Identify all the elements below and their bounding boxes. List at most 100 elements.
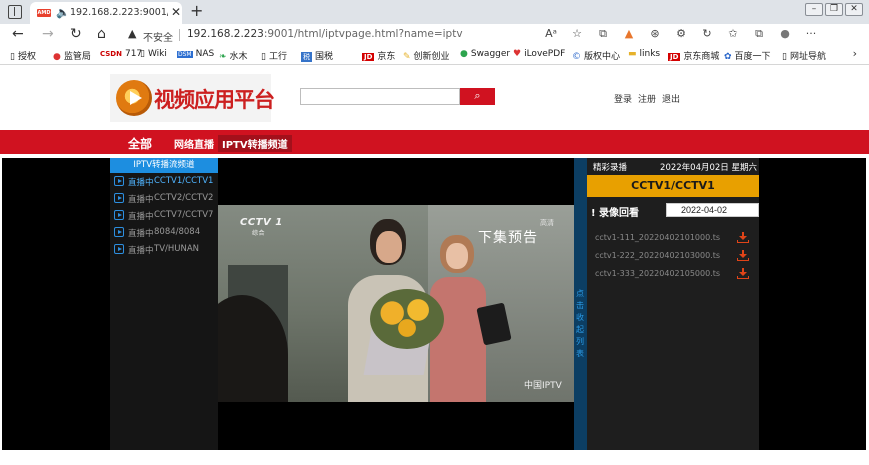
tab-actions-icon[interactable]: [8, 5, 22, 19]
download-icon[interactable]: [737, 232, 749, 243]
search-button[interactable]: ⌕: [460, 88, 495, 105]
flame-icon: ●: [53, 52, 61, 62]
bookmark-item[interactable]: ♥ iLovePDF: [513, 49, 565, 59]
close-window-icon[interactable]: ✕: [845, 3, 863, 16]
recording-file-row[interactable]: cctv1-222_20220402103000.ts: [587, 248, 759, 264]
tab-close-icon[interactable]: ✕: [171, 5, 181, 19]
security-label[interactable]: 不安全: [143, 29, 173, 44]
bookmark-item[interactable]: ▯ 网址导航: [782, 49, 826, 62]
copyright-icon: ©: [572, 52, 581, 62]
recordings-panel: 精彩录播 2022年04月02日 星期六 CCTV1/CCTV1 ! 录像回看 …: [587, 158, 759, 450]
channel-item[interactable]: 直播中 CCTV7/CCTV7: [110, 207, 218, 224]
extension-icon[interactable]: ⧉: [590, 27, 616, 41]
swagger-icon: ●: [460, 49, 468, 59]
play-icon: [114, 244, 124, 254]
channel-item[interactable]: 直播中 TV/HUNAN: [110, 241, 218, 258]
extension-icon-2[interactable]: ⊛: [642, 27, 668, 41]
bookmark-item[interactable]: DSM NAS: [177, 49, 214, 59]
channel-logo-number: 1: [275, 217, 283, 228]
download-icon[interactable]: [737, 250, 749, 261]
read-aloud-icon[interactable]: Aᵃ: [538, 27, 564, 41]
home-icon[interactable]: ⌂: [97, 26, 106, 42]
restore-icon[interactable]: ❐: [825, 3, 843, 16]
collapse-list-label: 点击收起列表: [576, 289, 584, 358]
channel-name: CCTV1/CCTV1: [154, 176, 214, 186]
browser-tab[interactable]: AMD 🔈 192.168.2.223:9001/html/iptv ✕: [30, 2, 182, 24]
bookmark-item[interactable]: ▯ 授权: [10, 49, 36, 62]
bookmark-item[interactable]: ❧ 水木: [219, 49, 248, 62]
extension-icon-3[interactable]: ⚙: [668, 27, 694, 41]
recordings-title: 精彩录播: [593, 163, 628, 173]
bulb-icon: ✎: [403, 52, 411, 62]
user-links: 登录 注册 退出: [614, 92, 680, 105]
recording-file-name[interactable]: cctv1-222_20220402103000.ts: [595, 251, 720, 260]
bookmark-item[interactable]: JD 京东商城: [668, 49, 719, 62]
bookmark-item[interactable]: © 版权中心: [572, 49, 620, 62]
iptv-watermark: 中国IPTV: [524, 381, 562, 391]
nav-all[interactable]: 全部: [128, 135, 152, 152]
csdn-icon: CSDN: [100, 50, 122, 58]
vlc-icon[interactable]: ▲: [616, 27, 642, 41]
site-logo[interactable]: 视频应用平台: [110, 74, 275, 122]
play-icon: [114, 210, 124, 220]
logout-link[interactable]: 退出: [662, 92, 680, 105]
recording-file-row[interactable]: cctv1-111_20220402101000.ts: [587, 230, 759, 246]
bookmarks-more-icon[interactable]: ›: [853, 47, 857, 60]
video-player[interactable]: CCTV 1 综合 高清 下集预告 中国IPTV: [218, 205, 574, 402]
hd-mark: 高清: [540, 219, 554, 227]
channel-item[interactable]: 直播中 CCTV1/CCTV1: [110, 173, 218, 190]
forward-arrow-icon[interactable]: →: [42, 26, 54, 42]
minimize-icon[interactable]: –: [805, 3, 823, 16]
jd-icon: JD: [362, 53, 375, 61]
nav-iptv-channels[interactable]: IPTV转播频道: [218, 135, 292, 152]
channel-status: 直播中: [128, 229, 154, 239]
address-path: :9001/html/iptvpage.html?name=iptv: [263, 28, 463, 40]
channel-item[interactable]: 直播中 8084/8084: [110, 224, 218, 241]
refresh-icon[interactable]: ↻: [70, 26, 82, 42]
nav-live-stream[interactable]: 网络直播: [174, 136, 214, 151]
warning-icon[interactable]: ▲: [128, 27, 136, 40]
browser-toolbar: ← → ↻ ⌂ ▲ 不安全 192.168.2.223:9001/html/ip…: [0, 24, 869, 46]
heart-icon: ♥: [513, 49, 522, 59]
playback-date-input[interactable]: [666, 203, 759, 217]
back-arrow-icon[interactable]: ←: [12, 26, 24, 42]
tab-title: 192.168.2.223:9001/html/iptv: [70, 7, 168, 18]
bookmark-item[interactable]: ✿ 百度一下: [724, 49, 771, 62]
recording-file-name[interactable]: cctv1-111_20220402101000.ts: [595, 233, 720, 242]
recording-file-row[interactable]: cctv1-333_20220402105000.ts: [587, 266, 759, 282]
sync-icon[interactable]: ↻: [694, 27, 720, 41]
address-url[interactable]: 192.168.2.223:9001/html/iptvpage.html?na…: [187, 28, 463, 40]
new-tab-icon[interactable]: +: [190, 1, 203, 20]
bookmark-item[interactable]: ▬ links: [628, 49, 660, 59]
tab-audio-icon[interactable]: 🔈: [56, 6, 70, 19]
bookmark-item[interactable]: ▯ 工行: [261, 49, 287, 62]
bookmark-item[interactable]: JD 京东: [362, 49, 395, 62]
channel-logo: CCTV 1 综合: [240, 217, 283, 237]
channel-list: IPTV转播流频道 直播中 CCTV1/CCTV1 直播中 CCTV2/CCTV…: [110, 158, 218, 450]
search-input[interactable]: [300, 88, 460, 105]
register-link[interactable]: 注册: [638, 92, 656, 105]
logo-text: 视频应用平台: [154, 88, 275, 112]
video-scene-person-face: [376, 231, 402, 263]
collections-icon[interactable]: ⧉: [746, 27, 772, 41]
bookmark-item[interactable]: ● Swagger: [460, 49, 510, 59]
recordings-date: 2022年04月02日 星期六: [660, 163, 757, 173]
collapse-list-toggle[interactable]: 点击收起列表: [574, 158, 587, 450]
profile-icon[interactable]: ●: [772, 27, 798, 41]
channel-name: TV/HUNAN: [154, 244, 200, 254]
bookmark-item[interactable]: CSDN 717: [100, 49, 142, 59]
bookmark-item[interactable]: ● 监管局: [53, 49, 91, 62]
recording-file-name[interactable]: cctv1-333_20220402105000.ts: [595, 269, 720, 278]
bookmark-item[interactable]: 税国税: [301, 49, 333, 62]
download-icon[interactable]: [737, 268, 749, 279]
more-icon[interactable]: ···: [798, 27, 824, 41]
channel-logo-sub: 综合: [252, 230, 266, 237]
play-icon: [114, 193, 124, 203]
bookmark-item[interactable]: ▯ Wiki: [140, 49, 167, 59]
channel-item[interactable]: 直播中 CCTV2/CCTV2: [110, 190, 218, 207]
login-link[interactable]: 登录: [614, 92, 632, 105]
add-favorite-icon[interactable]: ☆: [564, 27, 590, 41]
dsm-icon: DSM: [177, 51, 193, 58]
favorites-icon[interactable]: ✩: [720, 27, 746, 41]
bookmark-item[interactable]: ✎ 创新创业: [403, 49, 450, 62]
